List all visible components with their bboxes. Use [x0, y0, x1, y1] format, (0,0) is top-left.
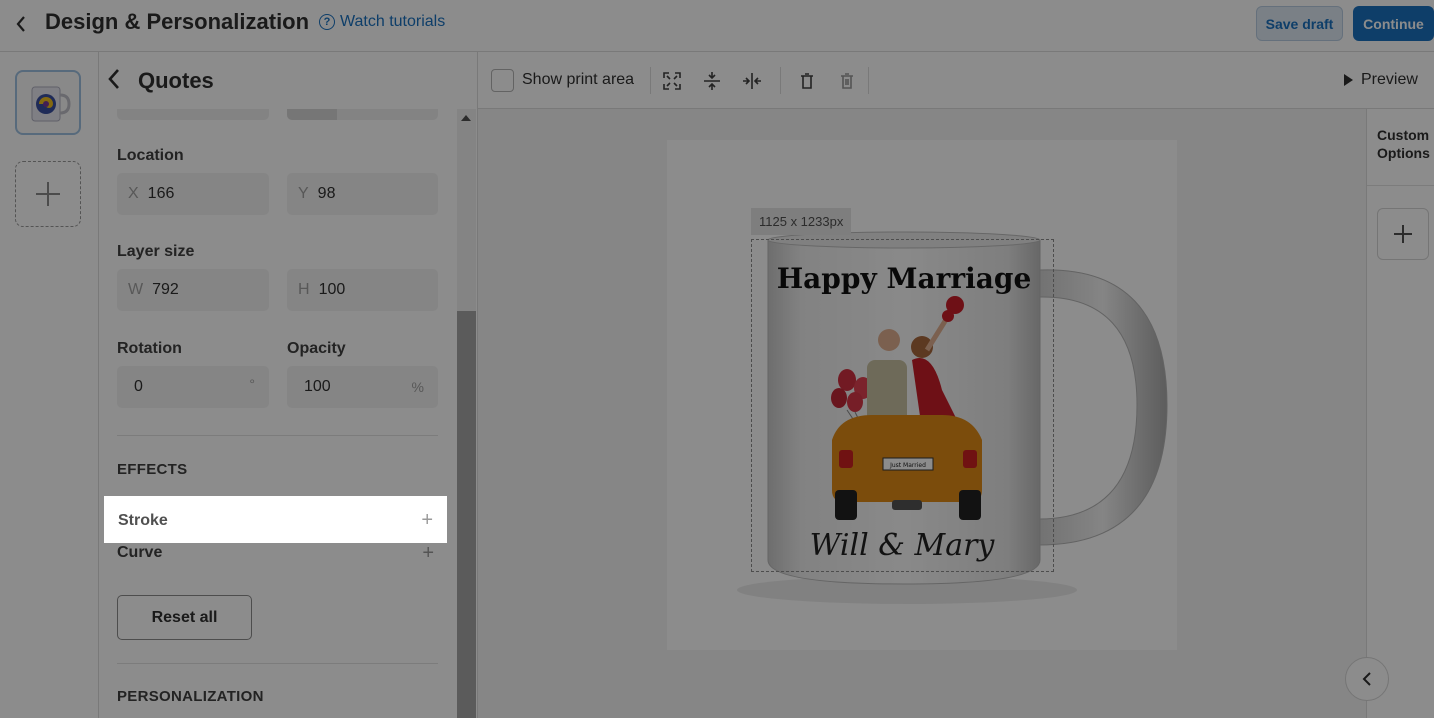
- show-print-area-checkbox[interactable]: [491, 69, 514, 92]
- show-print-area-label[interactable]: Show print area: [522, 71, 634, 89]
- plus-icon: [36, 182, 60, 206]
- rotation-label: Rotation: [117, 340, 182, 357]
- toolbar-separator: [780, 67, 781, 94]
- alignment-segmented-control[interactable]: [287, 109, 438, 120]
- add-custom-option-button[interactable]: [1377, 208, 1429, 260]
- location-x-input[interactable]: X 166: [117, 173, 269, 215]
- play-icon: [1344, 74, 1353, 86]
- h-value: 100: [318, 281, 346, 298]
- watch-tutorials-link[interactable]: ? Watch tutorials: [319, 13, 445, 31]
- custom-options-label-line1: Custom: [1377, 127, 1430, 143]
- x-prefix: X: [128, 185, 139, 202]
- location-label: Location: [117, 147, 184, 164]
- h-prefix: H: [298, 281, 310, 298]
- add-design-button[interactable]: [15, 161, 81, 227]
- chevron-left-icon: [1362, 672, 1371, 686]
- collapse-panel-button[interactable]: [1345, 657, 1389, 701]
- divider: [117, 663, 438, 664]
- save-draft-button[interactable]: Save draft: [1256, 6, 1343, 41]
- page-title: Design & Personalization: [45, 9, 310, 34]
- dimensions-badge: 1125 x 1233px: [751, 208, 852, 235]
- rotation-value: 0: [134, 378, 143, 395]
- canvas-toolbar: Show print area Preview: [478, 52, 1434, 109]
- delete-all-icon[interactable]: [835, 69, 859, 93]
- w-prefix: W: [128, 281, 144, 298]
- x-value: 166: [147, 185, 175, 202]
- selected-layer-bounding-box[interactable]: [751, 239, 1054, 572]
- rotation-input[interactable]: 0 °: [117, 366, 269, 408]
- fit-screen-icon[interactable]: [660, 69, 684, 93]
- partial-field: [117, 109, 269, 120]
- design-thumbnail[interactable]: [15, 70, 81, 135]
- divider: [1367, 185, 1434, 186]
- panel-scrollbar[interactable]: [457, 109, 476, 718]
- rotation-unit: °: [249, 376, 255, 392]
- delete-icon[interactable]: [795, 69, 819, 93]
- opacity-unit: %: [411, 379, 424, 395]
- layer-properties-panel: Quotes Location X 166 Y 98 Layer size W …: [99, 52, 478, 718]
- reset-all-button[interactable]: Reset all: [117, 595, 252, 640]
- scroll-up-arrow-icon[interactable]: [461, 115, 471, 121]
- y-prefix: Y: [298, 185, 309, 202]
- continue-button[interactable]: Continue: [1353, 6, 1434, 41]
- help-circle-icon: ?: [319, 14, 335, 30]
- w-value: 792: [152, 281, 179, 298]
- plus-icon[interactable]: +: [421, 509, 433, 532]
- custom-options-rail: Custom Options: [1366, 109, 1434, 718]
- design-canvas[interactable]: Happy Marriage Just Married Will & Mary …: [478, 109, 1366, 718]
- effect-label: Stroke: [118, 512, 168, 529]
- layer-height-input[interactable]: H 100: [287, 269, 438, 311]
- divider: [117, 435, 438, 436]
- panel-header: Quotes: [99, 52, 477, 109]
- top-bar: Design & Personalization ? Watch tutoria…: [0, 0, 1434, 52]
- effects-heading: EFFECTS: [117, 461, 188, 478]
- scrollbar-thumb[interactable]: [457, 311, 476, 718]
- chevron-left-icon[interactable]: [14, 12, 34, 36]
- align-vertical-center-icon[interactable]: [700, 69, 724, 93]
- toolbar-separator: [868, 67, 869, 94]
- watch-tutorials-label: Watch tutorials: [340, 13, 446, 30]
- preview-label: Preview: [1361, 71, 1418, 88]
- plus-icon: [1394, 225, 1412, 243]
- panel-back-chevron-icon[interactable]: [105, 66, 123, 99]
- effect-row-curve[interactable]: Curve +: [117, 542, 438, 568]
- custom-options-label-line2: Options: [1377, 145, 1430, 161]
- opacity-input[interactable]: 100 %: [287, 366, 438, 408]
- location-y-input[interactable]: Y 98: [287, 173, 438, 215]
- personalization-heading: PERSONALIZATION: [117, 688, 264, 705]
- preview-button[interactable]: Preview: [1344, 71, 1418, 89]
- y-value: 98: [317, 185, 336, 202]
- opacity-label: Opacity: [287, 340, 346, 357]
- plus-icon[interactable]: +: [422, 542, 434, 565]
- effect-label: Curve: [117, 544, 163, 561]
- layer-width-input[interactable]: W 792: [117, 269, 269, 311]
- tour-spotlight-stroke-row[interactable]: Stroke +: [104, 496, 447, 543]
- opacity-value: 100: [304, 378, 331, 395]
- align-horizontal-center-icon[interactable]: [740, 69, 764, 93]
- design-list-rail: [0, 52, 99, 718]
- panel-title: Quotes: [138, 68, 214, 93]
- layer-size-label: Layer size: [117, 243, 195, 260]
- custom-options-label: Custom Options: [1377, 126, 1430, 162]
- toolbar-separator: [650, 67, 651, 94]
